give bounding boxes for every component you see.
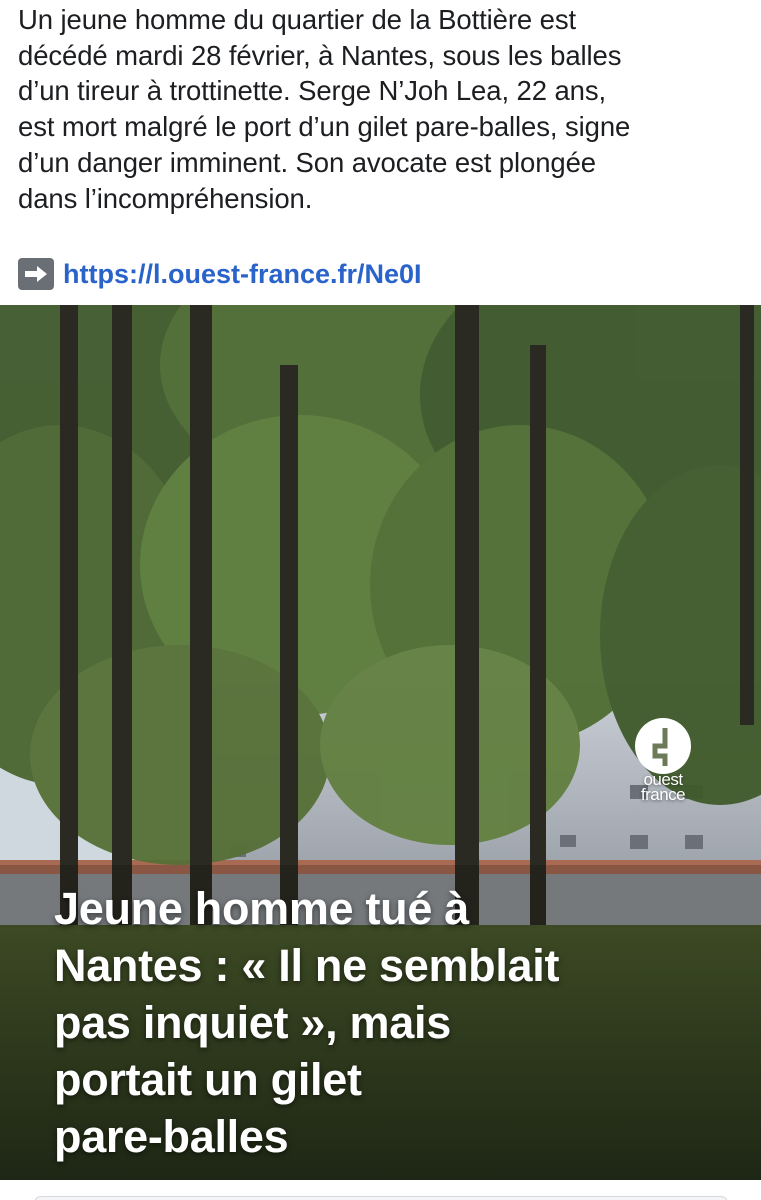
post-text-line: d’un danger imminent. Son avocate est pl… (18, 146, 596, 178)
headline-line: Jeune homme tué à (54, 883, 470, 934)
headline-line: pare-balles (54, 1111, 289, 1162)
article-headline[interactable]: Jeune homme tué à Nantes : « Il ne sembl… (54, 880, 734, 1165)
headline-line: Nantes : « Il ne semblait (54, 940, 560, 991)
link-row: https://l.ouest-france.fr/Ne0I (18, 255, 422, 293)
post-text-line: est mort malgré le port d’un gilet pare-… (18, 111, 631, 143)
right-arrow-icon (18, 258, 54, 290)
ouest-france-logo-text: ouest france (632, 771, 694, 804)
ouest-france-logo-mark (635, 718, 691, 774)
post-text-line: Un jeune homme du quartier de la Bottièr… (18, 4, 577, 35)
post-text-line: d’un tireur à trottinette. Serge N’Joh L… (18, 75, 607, 107)
ouest-france-logo: ouest france (632, 718, 694, 810)
logo-text-line: france (640, 785, 686, 804)
post-text: Un jeune homme du quartier de la Bottièr… (18, 2, 753, 216)
post-text-line: décédé mardi 28 février, à Nantes, sous … (18, 39, 622, 71)
headline-line: portait un gilet (54, 1054, 362, 1105)
next-card-edge (34, 1196, 728, 1200)
article-link[interactable]: https://l.ouest-france.fr/Ne0I (63, 259, 422, 290)
headline-line: pas inquiet », mais (54, 997, 451, 1048)
post-text-line: dans l’incompréhension. (18, 182, 313, 214)
